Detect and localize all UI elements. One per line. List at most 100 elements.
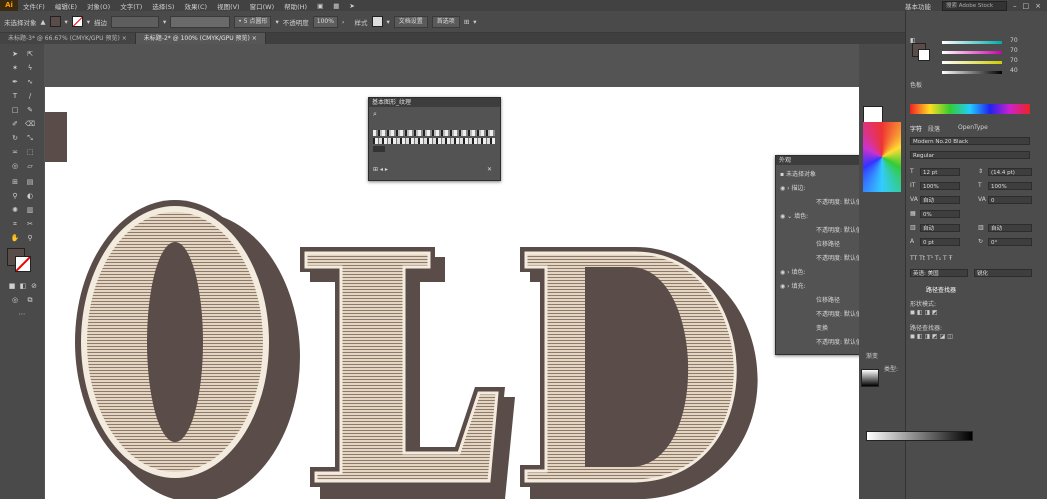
font-style-field[interactable]: Regular [910, 151, 1030, 159]
line-tool-icon[interactable]: / [25, 92, 35, 101]
appearance-row[interactable]: 不透明度: 默认值 [816, 337, 862, 346]
arrange-icon[interactable]: ▦ [328, 2, 344, 10]
appearance-row[interactable]: ◉ › 描边: [780, 183, 806, 192]
appearance-row[interactable]: 不透明度: 默认值 [816, 309, 862, 318]
free-transform-tool-icon[interactable]: ⬚ [25, 148, 35, 157]
swatch-library-title[interactable]: 基本图形_纹理 [369, 98, 500, 107]
brush-dropdown[interactable]: • 5 点圆形 [234, 15, 272, 28]
cyan-slider[interactable] [942, 41, 1002, 44]
texture-swatches-row-2[interactable] [373, 138, 495, 144]
minimize-icon[interactable]: – [1013, 2, 1017, 10]
library-menu-icon[interactable]: ⊞ ◂ ▸ [373, 166, 388, 173]
font-size-field[interactable]: 12 pt [920, 168, 960, 176]
chevron-down-icon[interactable]: ▾ [65, 18, 68, 26]
texture-swatches-row-1[interactable] [373, 130, 495, 136]
menu-file[interactable]: 文件(F) [18, 1, 50, 11]
paintbrush-tool-icon[interactable]: ✎ [25, 106, 35, 115]
menu-select[interactable]: 选择(S) [147, 1, 179, 11]
scale-tool-icon[interactable]: ⤡ [25, 134, 35, 143]
pathfinder-title[interactable]: 路径查找器 [926, 285, 956, 294]
gradient-slider[interactable] [866, 431, 973, 441]
graph-tool-icon[interactable]: ▥ [25, 206, 35, 215]
black-value[interactable]: 40 [1010, 67, 1018, 74]
menu-type[interactable]: 文字(T) [115, 1, 147, 11]
stroke-color-swatch[interactable] [15, 256, 31, 272]
workspace-switcher[interactable]: 基本功能 [900, 1, 936, 11]
appearance-row[interactable]: 变换 [816, 323, 828, 332]
gradient-mode-icon[interactable]: ◧ [18, 282, 28, 291]
shape-builder-tool-icon[interactable]: ◎ [10, 162, 20, 171]
tab-opentype[interactable]: OpenType [958, 124, 988, 131]
appearance-row[interactable]: 不透明度: 默认值 [816, 197, 862, 206]
rotate-tool-icon[interactable]: ↻ [10, 134, 20, 143]
opacity-label[interactable]: 不透明度 [283, 17, 309, 27]
edit-toolbar-icon[interactable]: ⋯ [17, 310, 27, 319]
perspective-tool-icon[interactable]: ▱ [25, 162, 35, 171]
none-mode-icon[interactable]: ⊘ [29, 282, 39, 291]
text-style-icons[interactable]: TT Tt T¹ T₁ T Ŧ [910, 255, 952, 262]
screen-mode-icon[interactable]: ⧉ [25, 296, 35, 305]
gpu-icon[interactable]: ➤ [344, 2, 359, 10]
close-icon[interactable]: × [252, 35, 257, 42]
appearance-row[interactable]: 位移路径 [816, 239, 840, 248]
appearance-row[interactable]: 不透明度: 默认值 [816, 225, 862, 234]
magic-wand-tool-icon[interactable]: ✶ [10, 64, 20, 73]
tab-character[interactable]: 字符 [910, 124, 922, 133]
menu-view[interactable]: 视图(V) [212, 1, 245, 11]
menu-window[interactable]: 窗口(W) [245, 1, 280, 11]
shaper-tool-icon[interactable]: ✐ [10, 120, 20, 129]
appearance-row[interactable]: 位移路径 [816, 295, 840, 304]
stroke-weight-dropdown[interactable] [111, 15, 160, 28]
width-tool-icon[interactable]: ≍ [10, 148, 20, 157]
cyan-value[interactable]: 70 [1010, 37, 1018, 44]
close-icon[interactable]: × [1035, 2, 1041, 10]
type-tool-icon[interactable]: T [10, 92, 20, 101]
vertical-scale-field[interactable]: 100% [920, 182, 960, 190]
chevron-down-icon[interactable]: ▾ [387, 18, 390, 26]
aki-right-field[interactable]: 自动 [988, 224, 1032, 232]
appearance-row[interactable]: ◉ ⌄ 填色: [780, 211, 808, 220]
appearance-row[interactable]: ▪ 未选择对象 [780, 169, 816, 178]
leading-field[interactable]: (14.4 pt) [988, 168, 1032, 176]
maximize-icon[interactable]: □ [1023, 2, 1030, 10]
rectangle-tool-icon[interactable]: □ [10, 106, 20, 115]
language-field[interactable]: 英语: 美国 [910, 269, 968, 277]
menu-help[interactable]: 帮助(H) [279, 1, 312, 11]
variable-width-dropdown[interactable] [170, 15, 231, 28]
chevron-down-icon[interactable]: ▾ [473, 18, 476, 26]
chevron-right-icon[interactable]: › [342, 18, 345, 26]
tab-paragraph[interactable]: 段落 [928, 124, 940, 133]
selection-tool-icon[interactable]: ➤ [10, 50, 20, 59]
draw-mode-icon[interactable]: ◎ [10, 296, 20, 305]
slice-tool-icon[interactable]: ✂ [25, 220, 35, 229]
fill-swatch[interactable] [49, 16, 61, 27]
color-mode-icon[interactable]: ■ [7, 282, 17, 291]
texture-swatch[interactable] [373, 146, 385, 152]
chevron-down-icon[interactable]: ▾ [87, 18, 90, 26]
appearance-row[interactable]: ◉ › 填充: [780, 281, 806, 290]
aki-left-field[interactable]: 自动 [920, 224, 960, 232]
magenta-slider[interactable] [942, 51, 1002, 54]
pathfinder-icons[interactable]: ◼ ◧ ◨ ◩ ◪ ◫ [910, 333, 953, 340]
yellow-value[interactable]: 70 [1010, 57, 1018, 64]
symbol-sprayer-tool-icon[interactable]: ✺ [10, 206, 20, 215]
tab-document-3[interactable]: 未标题-3* @ 66.67% (CMYK/GPU 预览) × [0, 33, 136, 44]
character-rotation-field[interactable]: 0° [988, 238, 1032, 246]
search-icon[interactable]: ⌕ [373, 110, 377, 119]
black-slider[interactable] [942, 71, 1002, 74]
chevron-down-icon[interactable]: ▾ [275, 18, 278, 26]
mesh-tool-icon[interactable]: ⊞ [10, 178, 20, 187]
style-swatch[interactable] [371, 16, 383, 27]
zoom-tool-icon[interactable]: ⚲ [25, 234, 35, 243]
kerning-field[interactable]: 自动 [920, 196, 960, 204]
close-icon[interactable]: × [122, 35, 127, 42]
stock-search-input[interactable]: 搜索 Adobe Stock [942, 0, 1007, 11]
align-icon[interactable]: ⊞ [464, 18, 469, 26]
menu-effect[interactable]: 效果(C) [179, 1, 212, 11]
horizontal-scale-field[interactable]: 100% [988, 182, 1032, 190]
eraser-tool-icon[interactable]: ⌫ [25, 120, 35, 129]
document-setup-button[interactable]: 文档设置 [393, 15, 428, 28]
artboard-tool-icon[interactable]: ⌗ [10, 220, 20, 229]
swatch-grid[interactable] [863, 122, 901, 192]
swatches-title[interactable]: 色板 [910, 80, 922, 89]
